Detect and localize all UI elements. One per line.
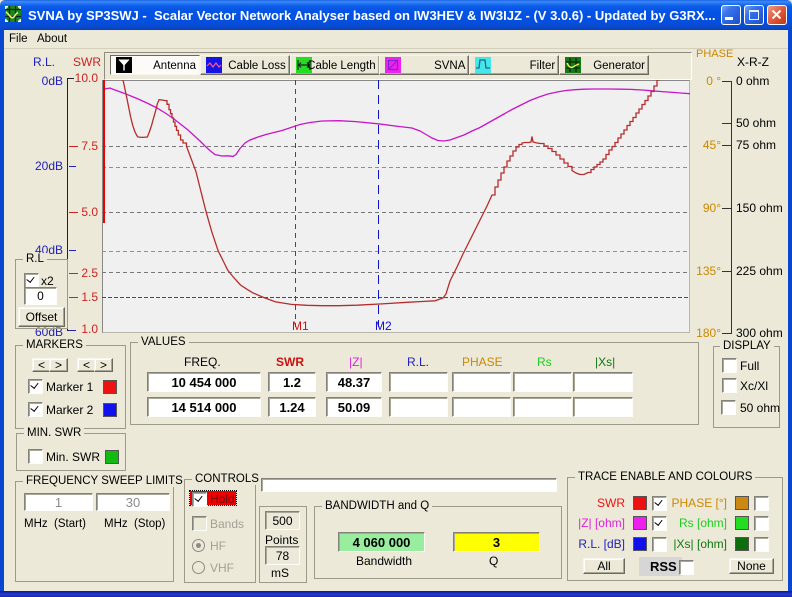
svg-text:M1: M1 [292,319,309,333]
svg-text:M2: M2 [375,319,392,333]
